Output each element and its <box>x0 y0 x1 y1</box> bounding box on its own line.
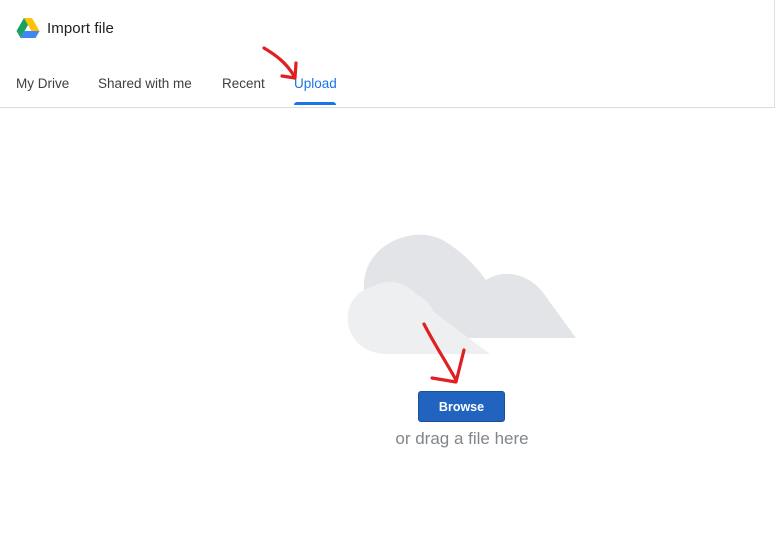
tab-bar: My Drive Shared with me Recent Upload <box>0 62 775 108</box>
drag-drop-hint: or drag a file here <box>395 429 529 448</box>
import-file-dialog: Import file My Drive Shared with me Rece… <box>0 0 775 553</box>
google-drive-logo-icon <box>16 18 40 38</box>
red-arrow-icon <box>422 322 466 384</box>
dialog-title: Import file <box>47 19 114 37</box>
tab-my-drive[interactable]: My Drive <box>16 76 69 91</box>
tab-shared-with-me[interactable]: Shared with me <box>98 76 192 91</box>
active-tab-indicator <box>294 102 336 105</box>
dialog-header: Import file <box>16 14 114 42</box>
red-arrow-icon <box>262 46 298 80</box>
tab-recent[interactable]: Recent <box>222 76 265 91</box>
browse-button[interactable]: Browse <box>418 391 505 422</box>
